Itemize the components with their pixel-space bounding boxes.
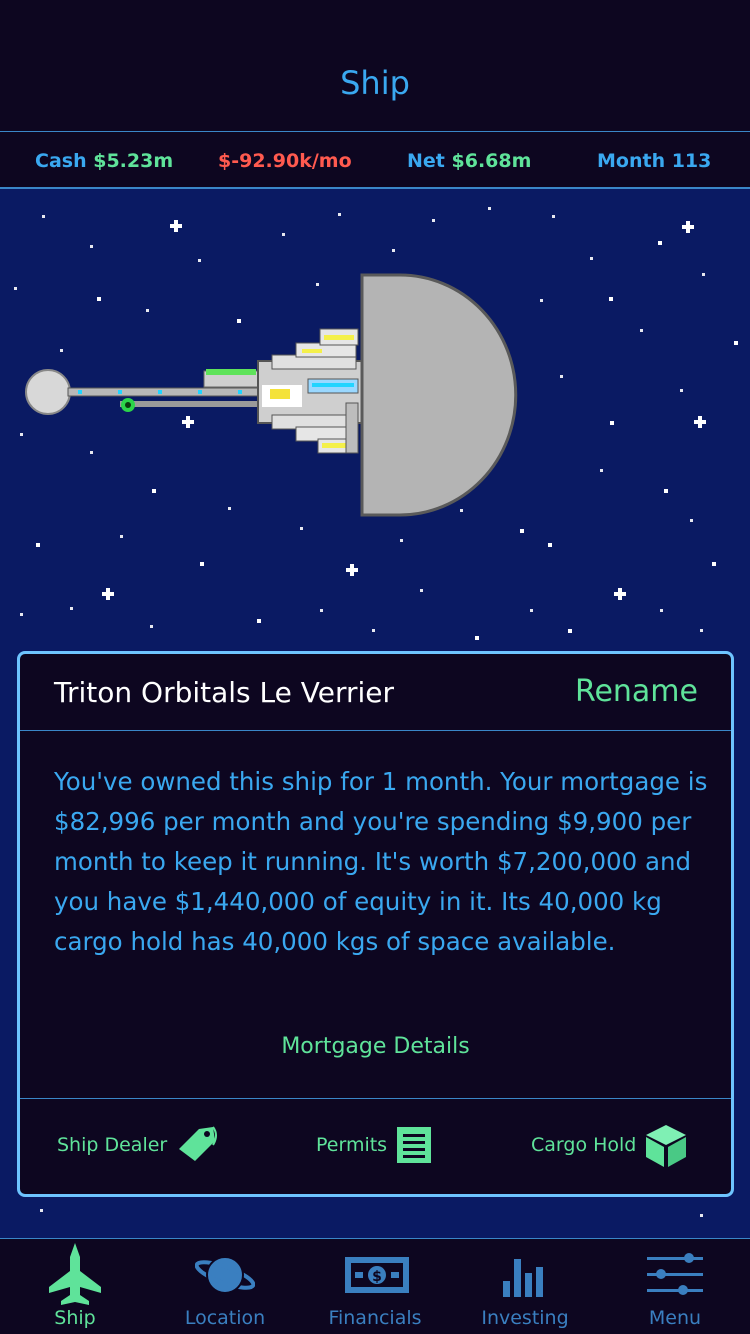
money-icon: $ — [345, 1257, 409, 1293]
stats-bar: Cash $5.23m $-92.90k/mo Net $6.68m Month… — [0, 132, 750, 189]
tab-ship-label: Ship — [54, 1307, 96, 1329]
cargo-hold-label: Cargo Hold — [531, 1134, 637, 1156]
tab-location-label: Location — [184, 1307, 266, 1329]
ship-illustration — [25, 273, 518, 517]
planet-icon — [195, 1256, 255, 1294]
mortgage-details-link[interactable]: Mortgage Details — [20, 1034, 731, 1059]
ship-description: You've owned this ship for 1 month. Your… — [54, 767, 708, 956]
tab-investing[interactable]: Investing — [450, 1239, 600, 1334]
tab-financials-label: Financials — [328, 1307, 422, 1329]
net-value: $6.68m — [451, 150, 532, 172]
jet-icon — [49, 1243, 101, 1305]
net-label: Net — [407, 150, 445, 172]
panel-header: Triton Orbitals Le Verrier Rename — [20, 654, 731, 731]
tab-menu[interactable]: Menu — [600, 1239, 750, 1334]
tag-icon — [179, 1126, 218, 1161]
tab-menu-label: Menu — [648, 1307, 702, 1329]
svg-text:$: $ — [372, 1269, 382, 1285]
page-title: Ship — [340, 64, 410, 102]
rename-button[interactable]: Rename — [575, 674, 698, 709]
cash-stat: Cash $5.23m — [35, 150, 173, 172]
net-stat: Net $6.68m — [407, 150, 531, 172]
star-icon — [40, 1209, 43, 1212]
cargo-hold-button[interactable]: Cargo Hold — [531, 1123, 688, 1167]
tab-ship[interactable]: Ship — [0, 1239, 150, 1334]
ship-name: Triton Orbitals Le Verrier — [54, 676, 395, 709]
monthly-burn: $-92.90k/mo — [218, 150, 352, 172]
month-counter: Month 113 — [597, 150, 712, 172]
cash-value: $5.23m — [93, 150, 174, 172]
ship-dealer-label: Ship Dealer — [57, 1134, 168, 1156]
cash-label: Cash — [35, 150, 87, 172]
permits-button[interactable]: Permits — [316, 1123, 433, 1167]
tab-investing-label: Investing — [481, 1307, 569, 1329]
panel-actions: Ship Dealer Permits Cargo Hold — [20, 1098, 731, 1194]
bar-chart-icon — [503, 1259, 543, 1297]
permits-label: Permits — [316, 1134, 388, 1156]
nav-header: Ship — [0, 0, 750, 132]
tab-bar: Ship Location $ Financials Investing Men… — [0, 1238, 750, 1334]
cube-icon — [646, 1125, 687, 1167]
star-icon — [700, 1214, 703, 1217]
sliders-icon — [647, 1253, 703, 1295]
ship-info-panel: Triton Orbitals Le Verrier Rename You've… — [17, 651, 734, 1197]
document-icon — [397, 1127, 432, 1163]
ship-dealer-button[interactable]: Ship Dealer — [57, 1123, 219, 1167]
tab-financials[interactable]: $ Financials — [300, 1239, 450, 1334]
tab-location[interactable]: Location — [150, 1239, 300, 1334]
